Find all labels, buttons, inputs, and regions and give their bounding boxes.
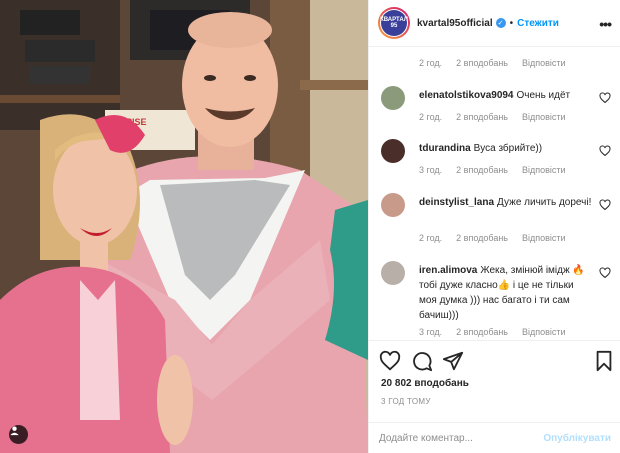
comment-likes[interactable]: 2 вподобань <box>456 112 508 122</box>
comment-time: 3 год. <box>419 327 443 337</box>
comment-username[interactable]: elenatolstikova9094 <box>419 90 514 101</box>
comments-list[interactable]: 2 год. 2 вподобань Відповісти elenatolst… <box>369 48 620 340</box>
owner-username[interactable]: kvartal95official <box>417 18 493 29</box>
comment-icon[interactable] <box>411 350 433 372</box>
comment-time: 2 год. <box>419 233 443 243</box>
bookmark-icon[interactable] <box>593 350 615 372</box>
heart-icon[interactable] <box>599 145 611 157</box>
comment-username[interactable]: tdurandina <box>419 143 471 154</box>
heart-icon[interactable] <box>599 92 611 104</box>
comment-text: deinstylist_lana Дуже личить доречі! <box>419 195 594 210</box>
comment-message: Очень идёт <box>516 90 571 101</box>
comment-text: iren.alimova Жека, змінюй імідж 🔥 тобі ду… <box>419 263 594 323</box>
comment-message: Дуже личить доречі! <box>497 197 592 208</box>
comment-likes[interactable]: 2 вподобань <box>456 233 508 243</box>
comment-meta: 3 год. 2 вподобань Відповісти <box>419 327 580 337</box>
post-sidebar: КВАРТАЛ 95 kvartal95official ✓ • Стежити… <box>368 0 620 453</box>
heart-icon[interactable] <box>599 199 611 211</box>
comment-reply[interactable]: Відповісти <box>522 233 566 243</box>
comment-avatar[interactable] <box>381 193 405 217</box>
user-tag-icon[interactable] <box>9 425 28 444</box>
post-time[interactable]: 3 ГОД ТОМУ <box>381 397 431 406</box>
comment-avatar[interactable] <box>381 86 405 110</box>
share-icon[interactable] <box>442 350 464 372</box>
comment-time: 3 год. <box>419 165 443 175</box>
comment-text: tdurandina Вуса збрийте)) <box>419 141 594 156</box>
publish-button[interactable]: Опублікувати <box>543 433 611 444</box>
comment-reply[interactable]: Відповісти <box>522 165 566 175</box>
comment-avatar[interactable] <box>381 139 405 163</box>
photo-illustration: SPISE <box>0 0 368 453</box>
verified-icon: ✓ <box>495 18 506 28</box>
caption-reply[interactable]: Відповісти <box>522 58 566 68</box>
post-header: КВАРТАЛ 95 kvartal95official ✓ • Стежити… <box>369 0 620 47</box>
heart-icon[interactable] <box>599 267 611 279</box>
comment-avatar[interactable] <box>381 261 405 285</box>
comment-likes[interactable]: 2 вподобань <box>456 165 508 175</box>
comment-meta: 2 год. 2 вподобань Відповісти <box>419 233 580 243</box>
comment-time: 2 год. <box>419 112 443 122</box>
add-comment-bar: Опублікувати <box>369 422 620 453</box>
comment-likes[interactable]: 2 вподобань <box>456 327 508 337</box>
comment-username[interactable]: iren.alimova <box>419 265 477 276</box>
follow-button[interactable]: Стежити <box>517 18 559 29</box>
comment-text: elenatolstikova9094 Очень идёт <box>419 88 594 103</box>
comment-meta: 2 год. 2 вподобань Відповісти <box>419 112 580 122</box>
caption-meta: 2 год. 2 вподобань Відповісти <box>419 58 580 68</box>
comment-reply[interactable]: Відповісти <box>522 327 566 337</box>
comment-meta: 3 год. 2 вподобань Відповісти <box>419 165 580 175</box>
more-icon[interactable]: ••• <box>599 16 612 32</box>
header-separator: • <box>509 17 514 29</box>
heart-icon[interactable] <box>379 350 401 372</box>
comment-message: Вуса збрийте)) <box>473 143 543 154</box>
post-actions: 20 802 вподобань 3 ГОД ТОМУ Опублікувати <box>369 340 620 452</box>
owner-avatar[interactable]: КВАРТАЛ 95 <box>378 7 410 39</box>
owner-avatar-image: КВАРТАЛ 95 <box>380 10 408 36</box>
post-photo[interactable]: SPISE <box>0 0 368 453</box>
comment-reply[interactable]: Відповісти <box>522 112 566 122</box>
likes-count[interactable]: 20 802 вподобань <box>381 378 469 389</box>
caption-likes[interactable]: 2 вподобань <box>456 58 508 68</box>
comment-username[interactable]: deinstylist_lana <box>419 197 494 208</box>
caption-time: 2 год. <box>419 58 443 68</box>
comment-input[interactable] <box>379 432 544 444</box>
